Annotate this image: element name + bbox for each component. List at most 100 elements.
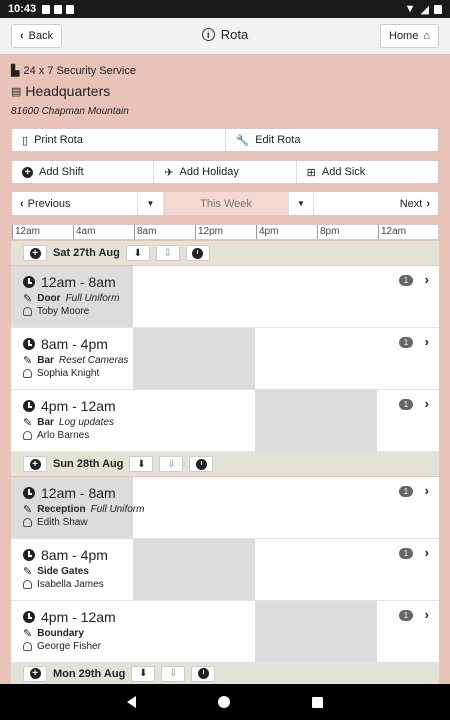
chevron-right-icon: › [424, 272, 429, 287]
edit-icon: ✎ [23, 355, 33, 367]
ruler-label: 8pm [317, 225, 339, 239]
shift-time-text: 12am - 8am [41, 485, 116, 501]
arrow-down-icon: ⬇ [139, 668, 148, 679]
shift-time: 4pm - 12am [23, 609, 116, 625]
home-button[interactable]: Home ⌂ [380, 24, 439, 48]
wifi-icon: ▼ [404, 3, 416, 15]
home-icon: ⌂ [423, 30, 430, 42]
company-line: ▙ 24 x 7 Security Service [11, 64, 136, 78]
clock-icon [23, 400, 35, 412]
count-badge: 1 [399, 610, 413, 621]
clock-button[interactable] [191, 665, 216, 682]
week-navigation: ‹ Previous ▼ This Week ▼ Next › [11, 191, 439, 216]
print-rota-button[interactable]: ▯ Print Rota [12, 129, 226, 151]
download-button[interactable]: ⬇ [131, 665, 156, 682]
user-icon [23, 580, 32, 589]
ruler-label: 12pm [195, 225, 223, 239]
add-sick-button[interactable]: ⊞ Add Sick [297, 161, 438, 183]
add-sick-label: Add Sick [321, 166, 366, 178]
add-shift-button[interactable]: + Add Shift [12, 161, 155, 183]
shift-person: Toby Moore [23, 306, 89, 317]
download-button[interactable]: ⬇ [125, 245, 150, 261]
next-label: Next [399, 197, 423, 210]
add-holiday-button[interactable]: ✈ Add Holiday [154, 161, 297, 183]
person-name: George Fisher [37, 641, 101, 652]
shift-row[interactable]: 12am - 8am ✎ Door Full Uniform Toby Moore … [11, 266, 439, 328]
chevron-right-icon: › [424, 396, 429, 411]
week-selector[interactable]: This Week [164, 192, 288, 215]
download-alt-button[interactable]: ⇩ [161, 665, 186, 682]
shift-person: Arlo Barnes [23, 430, 89, 441]
clipboard-icon: ▤ [11, 85, 22, 98]
day-header: + Sun 28th Aug ⬇ ⇩ [11, 452, 439, 476]
shift-role: ✎ Boundary [23, 627, 89, 640]
plus-circle-icon: + [29, 458, 41, 470]
add-actions: + Add Shift ✈ Add Holiday ⊞ Add Sick [11, 160, 439, 184]
shift-person: Isabella James [23, 579, 104, 590]
shift-row[interactable]: 8am - 4pm ✎ Side Gates Isabella James 1 › [11, 539, 439, 601]
previous-label: Previous [27, 197, 71, 210]
clock-button[interactable] [185, 245, 210, 261]
day-label: Sat 27th Aug [53, 247, 120, 259]
download-button[interactable]: ⬇ [129, 456, 154, 472]
role-name: Bar [37, 417, 54, 428]
add-day-shift-button[interactable]: + [23, 456, 47, 472]
wrench-icon: 🔧 [235, 134, 250, 147]
previous-dropdown[interactable]: ▼ [138, 192, 164, 215]
back-triangle-icon[interactable] [127, 696, 136, 708]
shift-time-text: 8am - 4pm [41, 547, 108, 563]
user-icon [23, 369, 32, 378]
edit-icon: ✎ [23, 504, 33, 516]
user-icon [23, 431, 32, 440]
shift-person: George Fisher [23, 641, 101, 652]
count-badge: 1 [399, 275, 413, 286]
page-title-text: Rota [220, 27, 249, 42]
edit-icon: ✎ [23, 293, 33, 305]
edit-rota-button[interactable]: 🔧 Edit Rota [226, 129, 439, 151]
role-name: Bar [37, 355, 54, 366]
shift-row[interactable]: 8am - 4pm ✎ Bar Reset Cameras Sophia Knigh… [11, 328, 439, 390]
shift-role: ✎ Side Gates [23, 565, 94, 578]
next-dropdown[interactable]: ▼ [288, 192, 314, 215]
home-circle-icon[interactable] [218, 696, 230, 708]
recents-square-icon[interactable] [312, 696, 323, 708]
signal-icon: ◢ [420, 3, 429, 16]
edit-rota-label: Edit Rota [255, 134, 301, 146]
role-note: Log updates [58, 417, 114, 428]
next-week-button[interactable]: Next › [314, 192, 438, 215]
shift-bar [255, 390, 377, 451]
factory-icon: ▙ [11, 65, 20, 77]
site-line: ▤ Headquarters [11, 83, 110, 99]
ruler-label: 4pm [256, 225, 278, 239]
shift-row[interactable]: 4pm - 12am ✎ Boundary George Fisher 1 › [11, 601, 439, 663]
shift-time: 12am - 8am [23, 274, 116, 290]
shift-time-text: 4pm - 12am [41, 609, 116, 625]
shift-time: 4pm - 12am [23, 398, 116, 414]
add-day-shift-button[interactable]: + [23, 245, 47, 261]
ruler-label: 12am [378, 225, 406, 239]
count-badge: 1 [399, 486, 413, 497]
sync-icon [66, 4, 75, 14]
shift-role: ✎ Bar Log updates [23, 416, 114, 429]
pdf-icon: ▯ [22, 134, 29, 147]
info-icon[interactable]: i [201, 28, 215, 41]
previous-week-button[interactable]: ‹ Previous [12, 192, 138, 215]
download-alt-button[interactable]: ⇩ [159, 456, 184, 472]
clock-icon [23, 487, 35, 499]
day-label: Mon 29th Aug [53, 667, 126, 680]
shift-bar [133, 539, 255, 600]
download-alt-button[interactable]: ⇩ [155, 245, 180, 261]
print-rota-label: Print Rota [34, 134, 83, 146]
shift-time-text: 12am - 8am [41, 274, 116, 290]
clock-button[interactable] [189, 456, 214, 472]
status-time: 10:43 [8, 3, 37, 15]
plus-circle-icon: + [29, 668, 41, 679]
app-bar: ‹ Back i Rota Home ⌂ [0, 18, 450, 55]
shift-row[interactable]: 12am - 8am ✎ Reception Full Uniform Edith … [11, 477, 439, 539]
shift-row[interactable]: 4pm - 12am ✎ Bar Log updates Arlo Barnes 1… [11, 390, 439, 452]
time-ruler: 12am 4am 8am 12pm 4pm 8pm 12am [11, 224, 439, 240]
shift-role: ✎ Bar Reset Cameras [23, 354, 128, 367]
user-icon [23, 642, 32, 651]
role-name: Door [37, 293, 61, 304]
add-day-shift-button[interactable]: + [23, 665, 47, 682]
